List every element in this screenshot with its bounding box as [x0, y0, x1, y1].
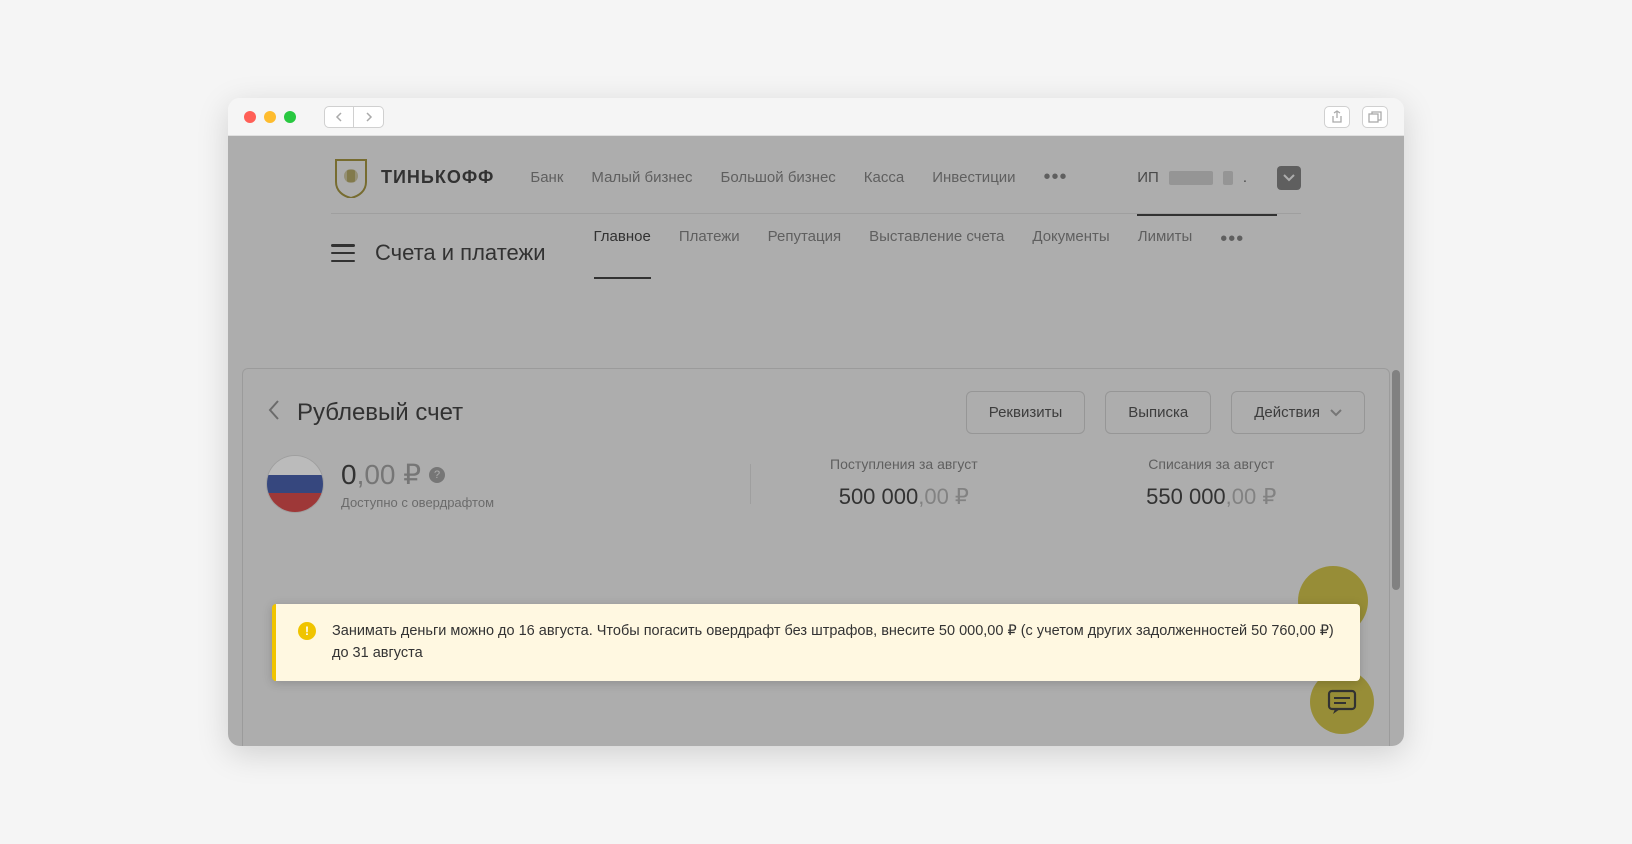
share-icon[interactable]: [1324, 106, 1350, 128]
minimize-window-button[interactable]: [264, 111, 276, 123]
browser-window: ТИНЬКОФФ Банк Малый бизнес Большой бизне…: [228, 98, 1404, 746]
nav-arrows: [324, 106, 384, 128]
maximize-window-button[interactable]: [284, 111, 296, 123]
warning-icon: !: [298, 622, 316, 640]
nav-forward-button[interactable]: [354, 106, 384, 128]
nav-back-button[interactable]: [324, 106, 354, 128]
overdraft-alert: ! Занимать деньги можно до 16 августа. Ч…: [272, 604, 1360, 681]
tabs-icon[interactable]: [1362, 106, 1388, 128]
traffic-lights: [244, 111, 296, 123]
close-window-button[interactable]: [244, 111, 256, 123]
window-titlebar: [228, 98, 1404, 136]
alert-text: Занимать деньги можно до 16 августа. Что…: [332, 620, 1338, 665]
